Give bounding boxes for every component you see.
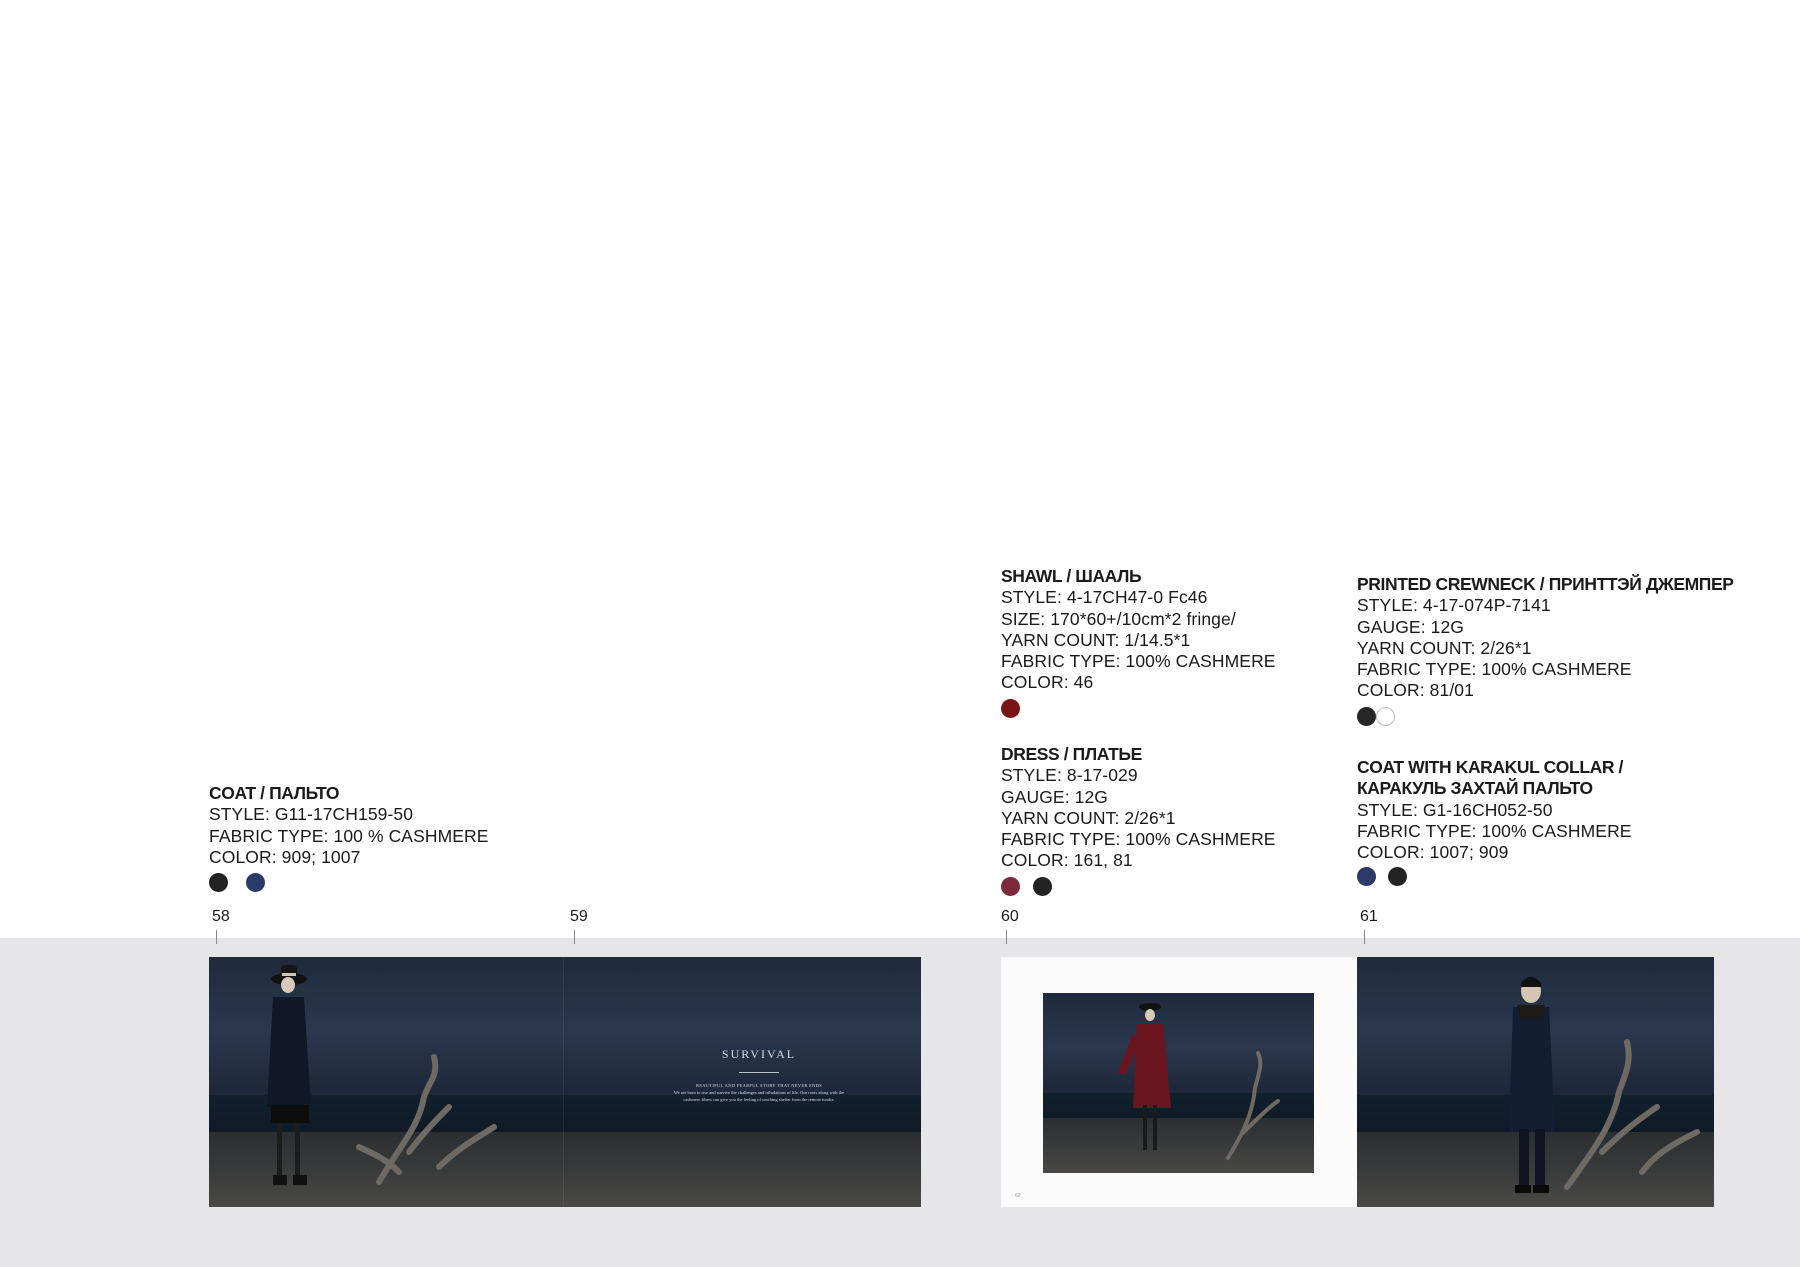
page-number-60: 60	[1001, 908, 1019, 925]
page-number-61: 61	[1360, 908, 1378, 925]
page-60-folio: 62	[1015, 1193, 1021, 1199]
dress-fabric: FABRIC TYPE: 100% CASHMERE	[1001, 829, 1276, 850]
crewneck-color: COLOR: 81/01	[1357, 680, 1474, 701]
dress-yarn: YARN COUNT: 2/26*1	[1001, 807, 1176, 828]
dress-title: DRESS / ПЛАТЬЕ	[1001, 744, 1142, 764]
color-swatch-161	[1001, 876, 1020, 896]
color-swatch-1007	[1357, 867, 1376, 887]
karakul-coat-title-line1: COAT WITH KARAKUL COLLAR /	[1357, 757, 1624, 777]
crewneck-yarn: YARN COUNT: 2/26*1	[1357, 637, 1532, 658]
survival-divider	[739, 1072, 779, 1073]
page-tick-58	[216, 930, 217, 944]
crewneck-spec-block: PRINTED CREWNECK / ПРИНТТЭЙ ДЖЕМПЕР STYL…	[1357, 574, 1734, 726]
page-60-photo	[1043, 993, 1314, 1173]
dress-color: COLOR: 161, 81	[1001, 850, 1133, 871]
survival-body: We are born to rise and survive the chal…	[673, 1090, 845, 1102]
crewneck-fabric: FABRIC TYPE: 100% CASHMERE	[1357, 659, 1632, 680]
crewneck-style: STYLE: 4-17-074P-7141	[1357, 595, 1551, 616]
page-number-59: 59	[570, 908, 588, 925]
crewneck-title: PRINTED CREWNECK / ПРИНТТЭЙ ДЖЕМПЕР	[1357, 574, 1734, 594]
coat-swatches	[209, 873, 489, 893]
driftwood-icon	[1226, 1051, 1280, 1160]
driftwood-icon	[1564, 1039, 1700, 1190]
coat-title: COAT / ПАЛЬТО	[209, 783, 340, 803]
page-number-58: 58	[212, 908, 230, 925]
karakul-coat-color: COLOR: 1007; 909	[1357, 842, 1509, 863]
page-tick-60	[1006, 930, 1007, 944]
coat-color: COLOR: 909; 1007	[209, 846, 361, 867]
coat-style: STYLE: G11-17CH159-50	[209, 804, 414, 825]
page-61-photo	[1357, 957, 1714, 1207]
page-60-thumbnail: 62	[1001, 957, 1357, 1207]
color-swatch-01	[1376, 706, 1395, 726]
shawl-title: SHAWL / ШААЛЬ	[1001, 566, 1142, 586]
shawl-size: SIZE: 170*60+/10cm*2 fringe/	[1001, 608, 1236, 629]
dress-swatches	[1001, 876, 1276, 896]
page-60-scene-svg	[1118, 1003, 1280, 1160]
survival-tagline: BEAUTIFUL AND FEARFUL STORY THAT NEVER E…	[695, 1083, 823, 1088]
dress-style: STYLE: 8-17-029	[1001, 765, 1138, 786]
coat-spec-block: COAT / ПАЛЬТО STYLE: G11-17CH159-50 FABR…	[209, 783, 489, 893]
survival-text-block: SURVIVAL BEAUTIFUL AND FEARFUL STORY THA…	[649, 1047, 869, 1103]
shawl-fabric: FABRIC TYPE: 100% CASHMERE	[1001, 651, 1276, 672]
karakul-coat-fabric: FABRIC TYPE: 100% CASHMERE	[1357, 820, 1632, 841]
dress-spec-block: DRESS / ПЛАТЬЕ STYLE: 8-17-029 GAUGE: 12…	[1001, 744, 1276, 896]
color-swatch-909	[209, 873, 228, 893]
shawl-color: COLOR: 46	[1001, 672, 1094, 693]
color-swatch-81	[1357, 706, 1376, 726]
crewneck-gauge: GAUGE: 12G	[1357, 616, 1465, 637]
shawl-yarn: YARN COUNT: 1/14.5*1	[1001, 629, 1191, 650]
karakul-coat-style: STYLE: G1-16CH052-50	[1357, 799, 1553, 820]
page-tick-59	[574, 930, 575, 944]
karakul-coat-spec-block: COAT WITH KARAKUL COLLAR / КАРАКУЛЬ ЗАХТ…	[1357, 757, 1632, 887]
coat-fabric: FABRIC TYPE: 100 % CASHMERE	[209, 825, 489, 846]
crewneck-swatches	[1357, 706, 1734, 726]
spread-58-59-photo: SURVIVAL BEAUTIFUL AND FEARFUL STORY THA…	[209, 957, 921, 1207]
model-woman-red-shawl-icon	[1118, 1003, 1171, 1150]
color-swatch-81	[1033, 876, 1052, 896]
color-swatch-46	[1001, 698, 1020, 718]
shawl-spec-block: SHAWL / ШААЛЬ STYLE: 4-17CH47-0 Fc46 SIZ…	[1001, 566, 1276, 718]
survival-headline: SURVIVAL	[721, 1047, 797, 1061]
page-61-scene-svg	[1509, 977, 1700, 1193]
color-swatch-1007	[246, 873, 265, 893]
karakul-coat-title-line2: КАРАКУЛЬ ЗАХТАЙ ПАЛЬТО	[1357, 778, 1593, 799]
dress-gauge: GAUGE: 12G	[1001, 786, 1109, 807]
driftwood-icon	[356, 1054, 497, 1185]
karakul-coat-swatches	[1357, 867, 1632, 887]
model-woman-coat-icon	[267, 965, 311, 1185]
shawl-swatches	[1001, 698, 1276, 718]
model-man-coat-icon	[1509, 977, 1555, 1193]
page-tick-61	[1364, 930, 1365, 944]
shawl-style: STYLE: 4-17CH47-0 Fc46	[1001, 587, 1208, 608]
color-swatch-909	[1388, 867, 1407, 887]
